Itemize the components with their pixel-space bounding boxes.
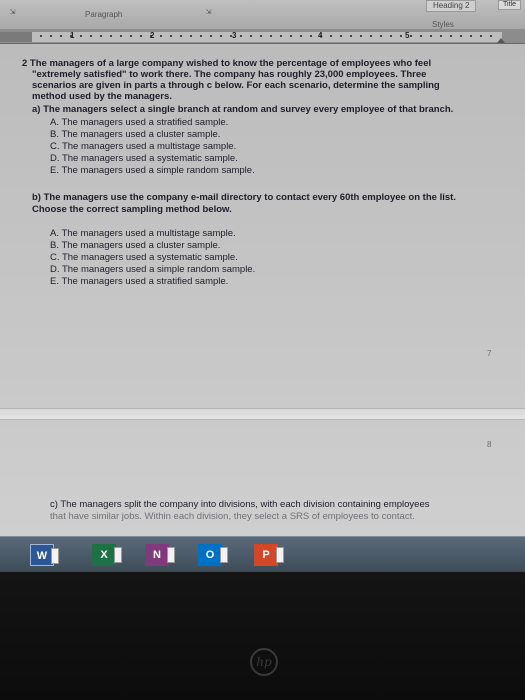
ruler-tick	[180, 35, 182, 37]
ruler-tick	[430, 35, 432, 37]
right-indent-marker[interactable]	[497, 38, 505, 43]
ruler-number-3: 3	[232, 31, 237, 40]
paragraph-dialog-launcher-icon[interactable]: ⇲	[204, 8, 213, 17]
ruler-tick	[280, 35, 282, 37]
ruler-number-5: 5	[405, 31, 410, 40]
ruler-tick	[110, 35, 112, 37]
ruler-tick	[130, 35, 132, 37]
question-2-line-1: 2 The managers of a large company wished…	[22, 58, 432, 69]
part-c-line-1: c) The managers split the company into d…	[50, 499, 430, 510]
ruler-tick	[380, 35, 382, 37]
ruler-number-4: 4	[318, 31, 323, 40]
style-heading-2[interactable]: Heading 2	[426, 0, 477, 12]
page-break-gap	[0, 408, 525, 420]
part-a-option-e: E. The managers used a simple random sam…	[50, 165, 255, 176]
ruler-tick	[100, 35, 102, 37]
ruler-tick	[200, 35, 202, 37]
ruler-tick	[90, 35, 92, 37]
ruler-left-margin	[0, 32, 32, 42]
ruler-tick	[260, 35, 262, 37]
ruler-tick	[490, 35, 492, 37]
ruler-tick	[480, 35, 482, 37]
ruler-tick	[420, 35, 422, 37]
part-a-option-c: C. The managers used a multistage sample…	[50, 141, 237, 152]
ruler-tick	[210, 35, 212, 37]
ruler-tick	[40, 35, 42, 37]
ruler-tick	[120, 35, 122, 37]
ruler-tick	[250, 35, 252, 37]
ruler-tick	[340, 35, 342, 37]
ruler-number-1: 1	[70, 31, 75, 40]
excel-app-icon[interactable]: X	[92, 544, 122, 566]
ruler-tick	[140, 35, 142, 37]
ruler-tick	[160, 35, 162, 37]
ruler-tick	[80, 35, 82, 37]
styles-group-label: Styles	[432, 20, 454, 29]
style-title[interactable]: Title	[498, 0, 521, 10]
part-a-option-b: B. The managers used a cluster sample.	[50, 129, 221, 140]
part-a-option-d: D. The managers used a systematic sample…	[50, 153, 238, 164]
ruler-tick	[190, 35, 192, 37]
hp-logo-icon: hp	[250, 648, 278, 676]
ruler-tick	[450, 35, 452, 37]
horizontal-ruler[interactable]: 1 2 3 4 5	[0, 30, 525, 44]
ruler-tick	[460, 35, 462, 37]
laptop-bezel: hp	[0, 572, 525, 700]
ruler-track	[32, 32, 502, 42]
part-c-line-2: that have similar jobs. Within each divi…	[50, 511, 415, 522]
ruler-tick	[220, 35, 222, 37]
part-b-option-b: B. The managers used a cluster sample.	[50, 240, 221, 251]
dialog-launcher-icon[interactable]: ⇲	[8, 8, 17, 17]
ruler-number-2: 2	[150, 31, 155, 40]
ruler-tick	[330, 35, 332, 37]
ruler-tick	[270, 35, 272, 37]
ruler-tick	[400, 35, 402, 37]
part-b-option-e: E. The managers used a stratified sample…	[50, 276, 229, 287]
part-b-prompt-line-1: b) The managers use the company e-mail d…	[32, 192, 456, 203]
ruler-tick	[310, 35, 312, 37]
ruler-tick	[50, 35, 52, 37]
ruler-tick	[440, 35, 442, 37]
part-b-option-d: D. The managers used a simple random sam…	[50, 264, 256, 275]
part-a-option-a: A. The managers used a stratified sample…	[50, 117, 229, 128]
ruler-tick	[60, 35, 62, 37]
part-b-option-a: A. The managers used a multistage sample…	[50, 228, 236, 239]
ribbon: ⇲ Paragraph ⇲ Styles Heading 2 Title	[0, 0, 525, 30]
question-2-line-3: scenarios are given in parts a through c…	[32, 80, 440, 91]
ruler-tick	[170, 35, 172, 37]
question-2-line-2: "extremely satisfied" to work there. The…	[32, 69, 427, 80]
ruler-tick	[290, 35, 292, 37]
ruler-tick	[350, 35, 352, 37]
ruler-tick	[240, 35, 242, 37]
word-app-icon[interactable]: W	[30, 544, 59, 566]
ruler-tick	[360, 35, 362, 37]
document-page[interactable]: 2 The managers of a large company wished…	[0, 44, 525, 536]
part-b-prompt-line-2: Choose the correct sampling method below…	[32, 204, 232, 215]
paragraph-group-label: Paragraph	[85, 10, 123, 19]
part-a-prompt: a) The managers select a single branch a…	[32, 104, 454, 115]
powerpoint-app-icon[interactable]: P	[254, 544, 284, 566]
page-number-8: 8	[487, 440, 492, 449]
onenote-app-icon[interactable]: N	[145, 544, 175, 566]
page-number-7: 7	[487, 349, 492, 358]
taskbar: W X N O P	[0, 536, 525, 572]
outlook-app-icon[interactable]: O	[198, 544, 228, 566]
question-2-line-4: method used by the managers.	[32, 91, 172, 102]
ruler-tick	[390, 35, 392, 37]
ruler-tick	[410, 35, 412, 37]
ruler-tick	[370, 35, 372, 37]
part-b-option-c: C. The managers used a systematic sample…	[50, 252, 238, 263]
ruler-tick	[470, 35, 472, 37]
ruler-tick	[300, 35, 302, 37]
